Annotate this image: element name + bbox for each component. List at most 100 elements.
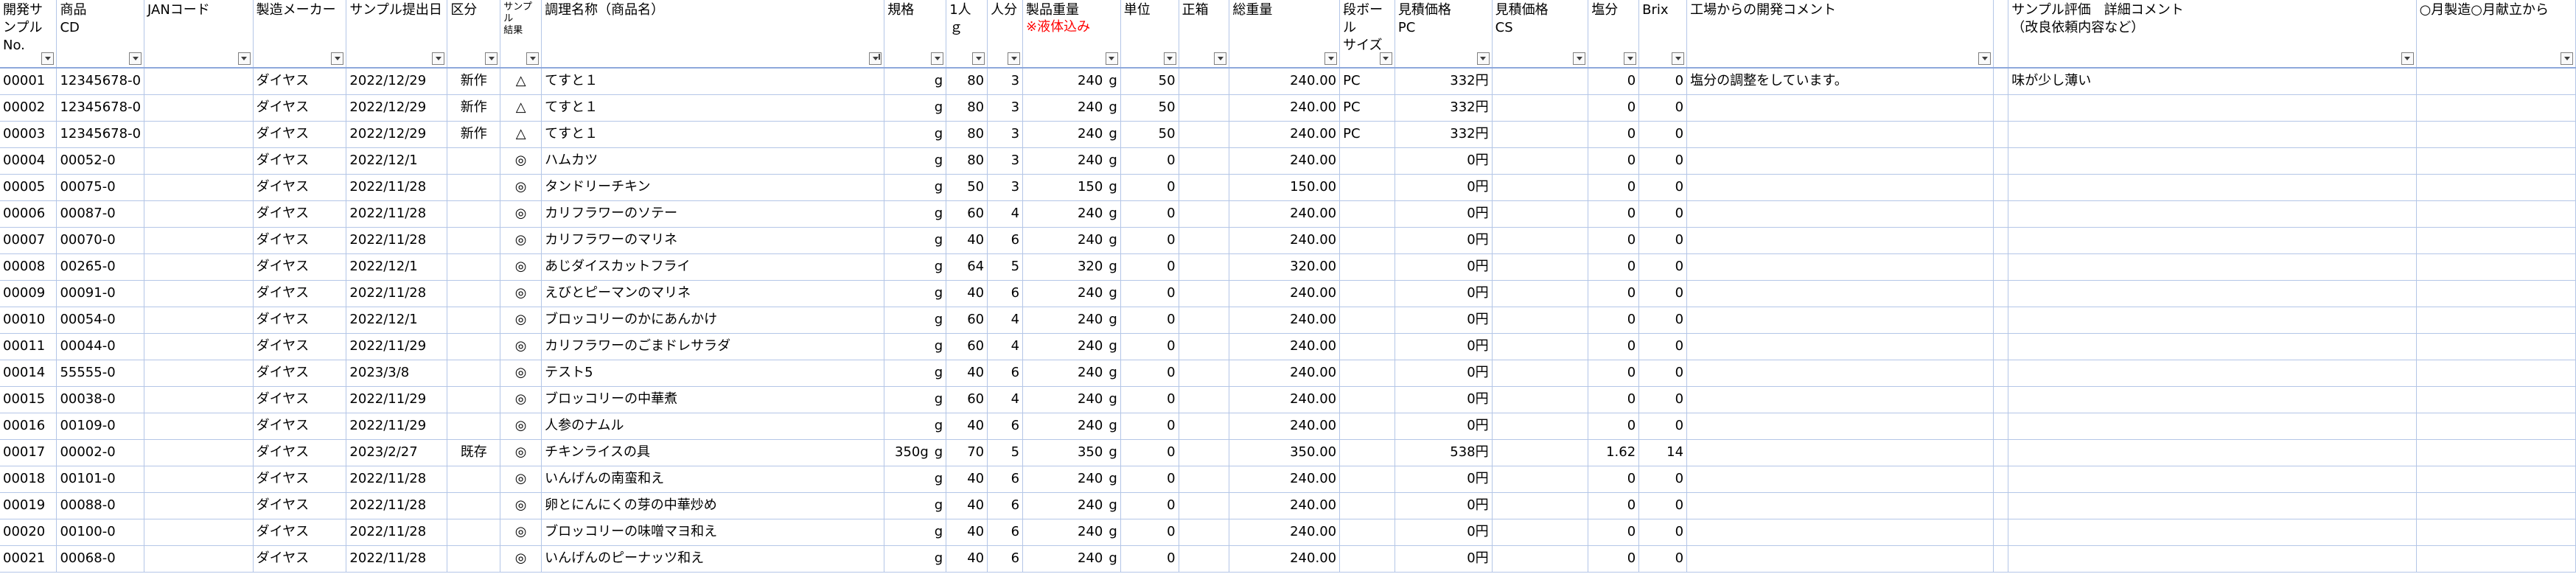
filter-dropdown-icon[interactable] xyxy=(1624,52,1637,65)
cell-maker[interactable]: ダイヤス xyxy=(253,413,347,440)
cell-kubun[interactable]: 新作 xyxy=(447,121,501,148)
cell-per-g[interactable]: 80 xyxy=(946,94,988,122)
cell-price-cs[interactable] xyxy=(1492,121,1589,148)
cell-carton[interactable] xyxy=(1339,413,1395,440)
cell-unit[interactable]: 0 xyxy=(1120,386,1179,413)
cell-dev-no[interactable]: 00006 xyxy=(0,200,57,228)
cell-per-g[interactable]: 70 xyxy=(946,439,988,466)
cell-date[interactable]: 2022/11/29 xyxy=(346,386,448,413)
cell-brix[interactable]: 0 xyxy=(1638,253,1688,281)
cell-name[interactable]: いんげんのピーナッツ和え xyxy=(541,545,885,573)
cell-month[interactable] xyxy=(2416,466,2576,493)
cell-unit[interactable]: 0 xyxy=(1120,307,1179,334)
cell-price-pc[interactable]: 0円 xyxy=(1395,174,1493,201)
cell-month[interactable] xyxy=(2416,94,2576,122)
cell-weight[interactable]: 240 g xyxy=(1022,227,1121,254)
cell-salt[interactable]: 0 xyxy=(1588,253,1640,281)
cell-name[interactable]: ブロッコリーの中華煮 xyxy=(541,386,885,413)
cell-dev-no[interactable]: 00021 xyxy=(0,545,57,573)
cell-salt[interactable]: 0 xyxy=(1588,386,1640,413)
cell-result[interactable]: ◎ xyxy=(500,253,542,281)
cell-jan[interactable] xyxy=(144,545,254,573)
cell-month[interactable] xyxy=(2416,386,2576,413)
cell-name[interactable]: あじダイスカットフライ xyxy=(541,253,885,281)
cell-price-pc[interactable]: 0円 xyxy=(1395,545,1493,573)
cell-total[interactable]: 240.00 xyxy=(1229,519,1341,546)
cell-product-cd[interactable]: 00088-0 xyxy=(56,492,145,519)
cell-kubun[interactable] xyxy=(447,333,501,360)
cell-eval-comment[interactable]: 味が少し薄い xyxy=(2008,68,2417,95)
cell-price-cs[interactable] xyxy=(1492,94,1589,122)
cell-price-pc[interactable]: 0円 xyxy=(1395,386,1493,413)
cell-salt[interactable]: 1.62 xyxy=(1588,439,1640,466)
cell-price-pc[interactable]: 0円 xyxy=(1395,227,1493,254)
cell-result[interactable]: ◎ xyxy=(500,307,542,334)
cell-maker[interactable]: ダイヤス xyxy=(253,492,347,519)
cell-salt[interactable]: 0 xyxy=(1588,307,1640,334)
filter-dropdown-icon[interactable] xyxy=(1008,52,1021,65)
cell-price-cs[interactable] xyxy=(1492,333,1589,360)
cell-dev-no[interactable]: 00001 xyxy=(0,68,57,95)
cell-price-cs[interactable] xyxy=(1492,174,1589,201)
cell-month[interactable] xyxy=(2416,147,2576,175)
cell-weight[interactable]: 240 g xyxy=(1022,200,1121,228)
cell-unit[interactable]: 50 xyxy=(1120,121,1179,148)
cell-price-pc[interactable]: 0円 xyxy=(1395,147,1493,175)
cell-date[interactable]: 2022/11/28 xyxy=(346,545,448,573)
cell-price-cs[interactable] xyxy=(1492,253,1589,281)
cell-weight[interactable]: 240 g xyxy=(1022,307,1121,334)
cell-brix[interactable]: 14 xyxy=(1638,439,1688,466)
cell-box[interactable] xyxy=(1179,200,1230,228)
cell-unit[interactable]: 50 xyxy=(1120,94,1179,122)
filter-dropdown-icon[interactable] xyxy=(331,52,344,65)
cell-carton[interactable] xyxy=(1339,280,1395,307)
cell-unit[interactable]: 0 xyxy=(1120,466,1179,493)
cell-spec[interactable]: g xyxy=(884,121,947,148)
cell-persons[interactable]: 6 xyxy=(987,492,1024,519)
cell-per-g[interactable]: 60 xyxy=(946,307,988,334)
cell-price-pc[interactable]: 0円 xyxy=(1395,280,1493,307)
cell-product-cd[interactable]: 00087-0 xyxy=(56,200,145,228)
cell-carton[interactable]: PC xyxy=(1339,121,1395,148)
cell-eval-comment[interactable] xyxy=(2008,466,2417,493)
filter-dropdown-icon[interactable] xyxy=(237,52,251,65)
cell-eval-comment[interactable] xyxy=(2008,545,2417,573)
filter-dropdown-icon[interactable] xyxy=(1324,52,1338,65)
cell-eval-comment[interactable] xyxy=(2008,280,2417,307)
cell-salt[interactable]: 0 xyxy=(1588,227,1640,254)
cell-kubun[interactable] xyxy=(447,200,501,228)
filter-dropdown-icon[interactable] xyxy=(41,52,55,65)
cell-result[interactable]: ◎ xyxy=(500,413,542,440)
cell-dev-no[interactable]: 00015 xyxy=(0,386,57,413)
cell-brix[interactable]: 0 xyxy=(1638,413,1688,440)
cell-month[interactable] xyxy=(2416,519,2576,546)
cell-spec[interactable]: g xyxy=(884,466,947,493)
cell-brix[interactable]: 0 xyxy=(1638,174,1688,201)
cell-total[interactable]: 320.00 xyxy=(1229,253,1341,281)
cell-weight[interactable]: 240 g xyxy=(1022,413,1121,440)
cell-product-cd[interactable]: 00070-0 xyxy=(56,227,145,254)
cell-dev-no[interactable]: 00005 xyxy=(0,174,57,201)
cell-dev-no[interactable]: 00016 xyxy=(0,413,57,440)
cell-persons[interactable]: 4 xyxy=(987,333,1024,360)
cell-kubun[interactable]: 既存 xyxy=(447,439,501,466)
cell-persons[interactable]: 3 xyxy=(987,94,1024,122)
cell-total[interactable]: 240.00 xyxy=(1229,68,1341,95)
cell-name[interactable]: えびとピーマンのマリネ xyxy=(541,280,885,307)
cell-total[interactable]: 240.00 xyxy=(1229,280,1341,307)
cell-factory-comment[interactable] xyxy=(1686,439,1994,466)
cell-carton[interactable] xyxy=(1339,492,1395,519)
cell-kubun[interactable] xyxy=(447,519,501,546)
cell-box[interactable] xyxy=(1179,386,1230,413)
cell-kubun[interactable] xyxy=(447,413,501,440)
cell-price-cs[interactable] xyxy=(1492,307,1589,334)
cell-carton[interactable] xyxy=(1339,253,1395,281)
cell-unit[interactable]: 0 xyxy=(1120,280,1179,307)
cell-persons[interactable]: 4 xyxy=(987,200,1024,228)
cell-price-pc[interactable]: 0円 xyxy=(1395,360,1493,387)
cell-brix[interactable]: 0 xyxy=(1638,68,1688,95)
cell-factory-comment[interactable] xyxy=(1686,492,1994,519)
cell-spec[interactable]: g xyxy=(884,307,947,334)
cell-price-cs[interactable] xyxy=(1492,227,1589,254)
cell-price-cs[interactable] xyxy=(1492,545,1589,573)
